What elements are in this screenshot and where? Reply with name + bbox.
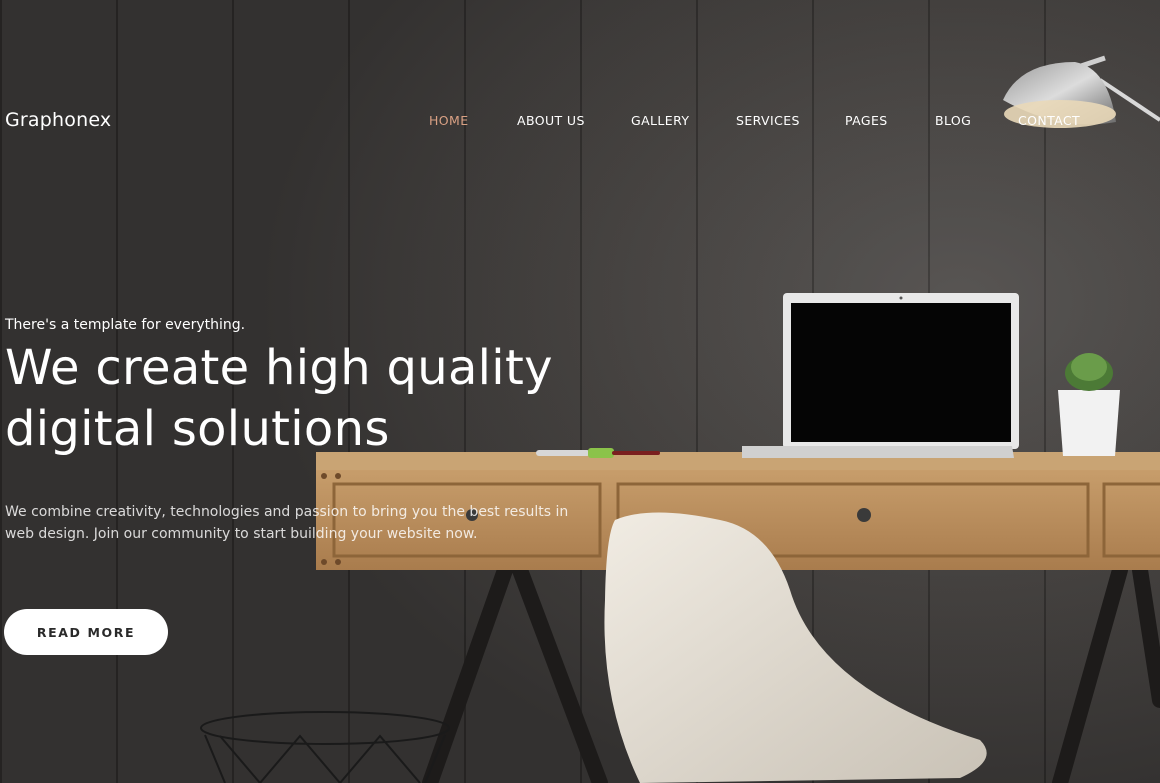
nav-item-gallery[interactable]: GALLERY <box>631 113 689 128</box>
nav-item-home[interactable]: HOME <box>429 113 469 128</box>
laptop <box>742 293 1019 458</box>
hero-description-line-1: We combine creativity, technologies and … <box>5 504 569 520</box>
hero-description: We combine creativity, technologies and … <box>5 501 605 545</box>
hero-headline: We create high quality digital solutions <box>5 338 625 460</box>
nav-item-contact[interactable]: CONTACT <box>1018 113 1080 128</box>
potted-plant <box>1058 353 1120 456</box>
nav-item-blog[interactable]: BLOG <box>935 113 971 128</box>
read-more-button[interactable]: READ MORE <box>4 609 168 655</box>
hero-description-line-2: web design. Join our community to start … <box>5 526 478 542</box>
nav-item-pages[interactable]: PAGES <box>845 113 888 128</box>
hero-headline-line-2: digital solutions <box>5 401 390 457</box>
hero-section: Graphonex HOME ABOUT US GALLERY SERVICES… <box>0 0 1160 783</box>
hero-kicker: There's a template for everything. <box>5 317 246 333</box>
nav-item-services[interactable]: SERVICES <box>736 113 800 128</box>
wire-basket <box>200 711 450 783</box>
hero-headline-line-1: We create high quality <box>5 340 553 396</box>
nav-item-about-us[interactable]: ABOUT US <box>517 113 585 128</box>
main-navigation: HOME ABOUT US GALLERY SERVICES PAGES BLO… <box>0 113 1160 133</box>
